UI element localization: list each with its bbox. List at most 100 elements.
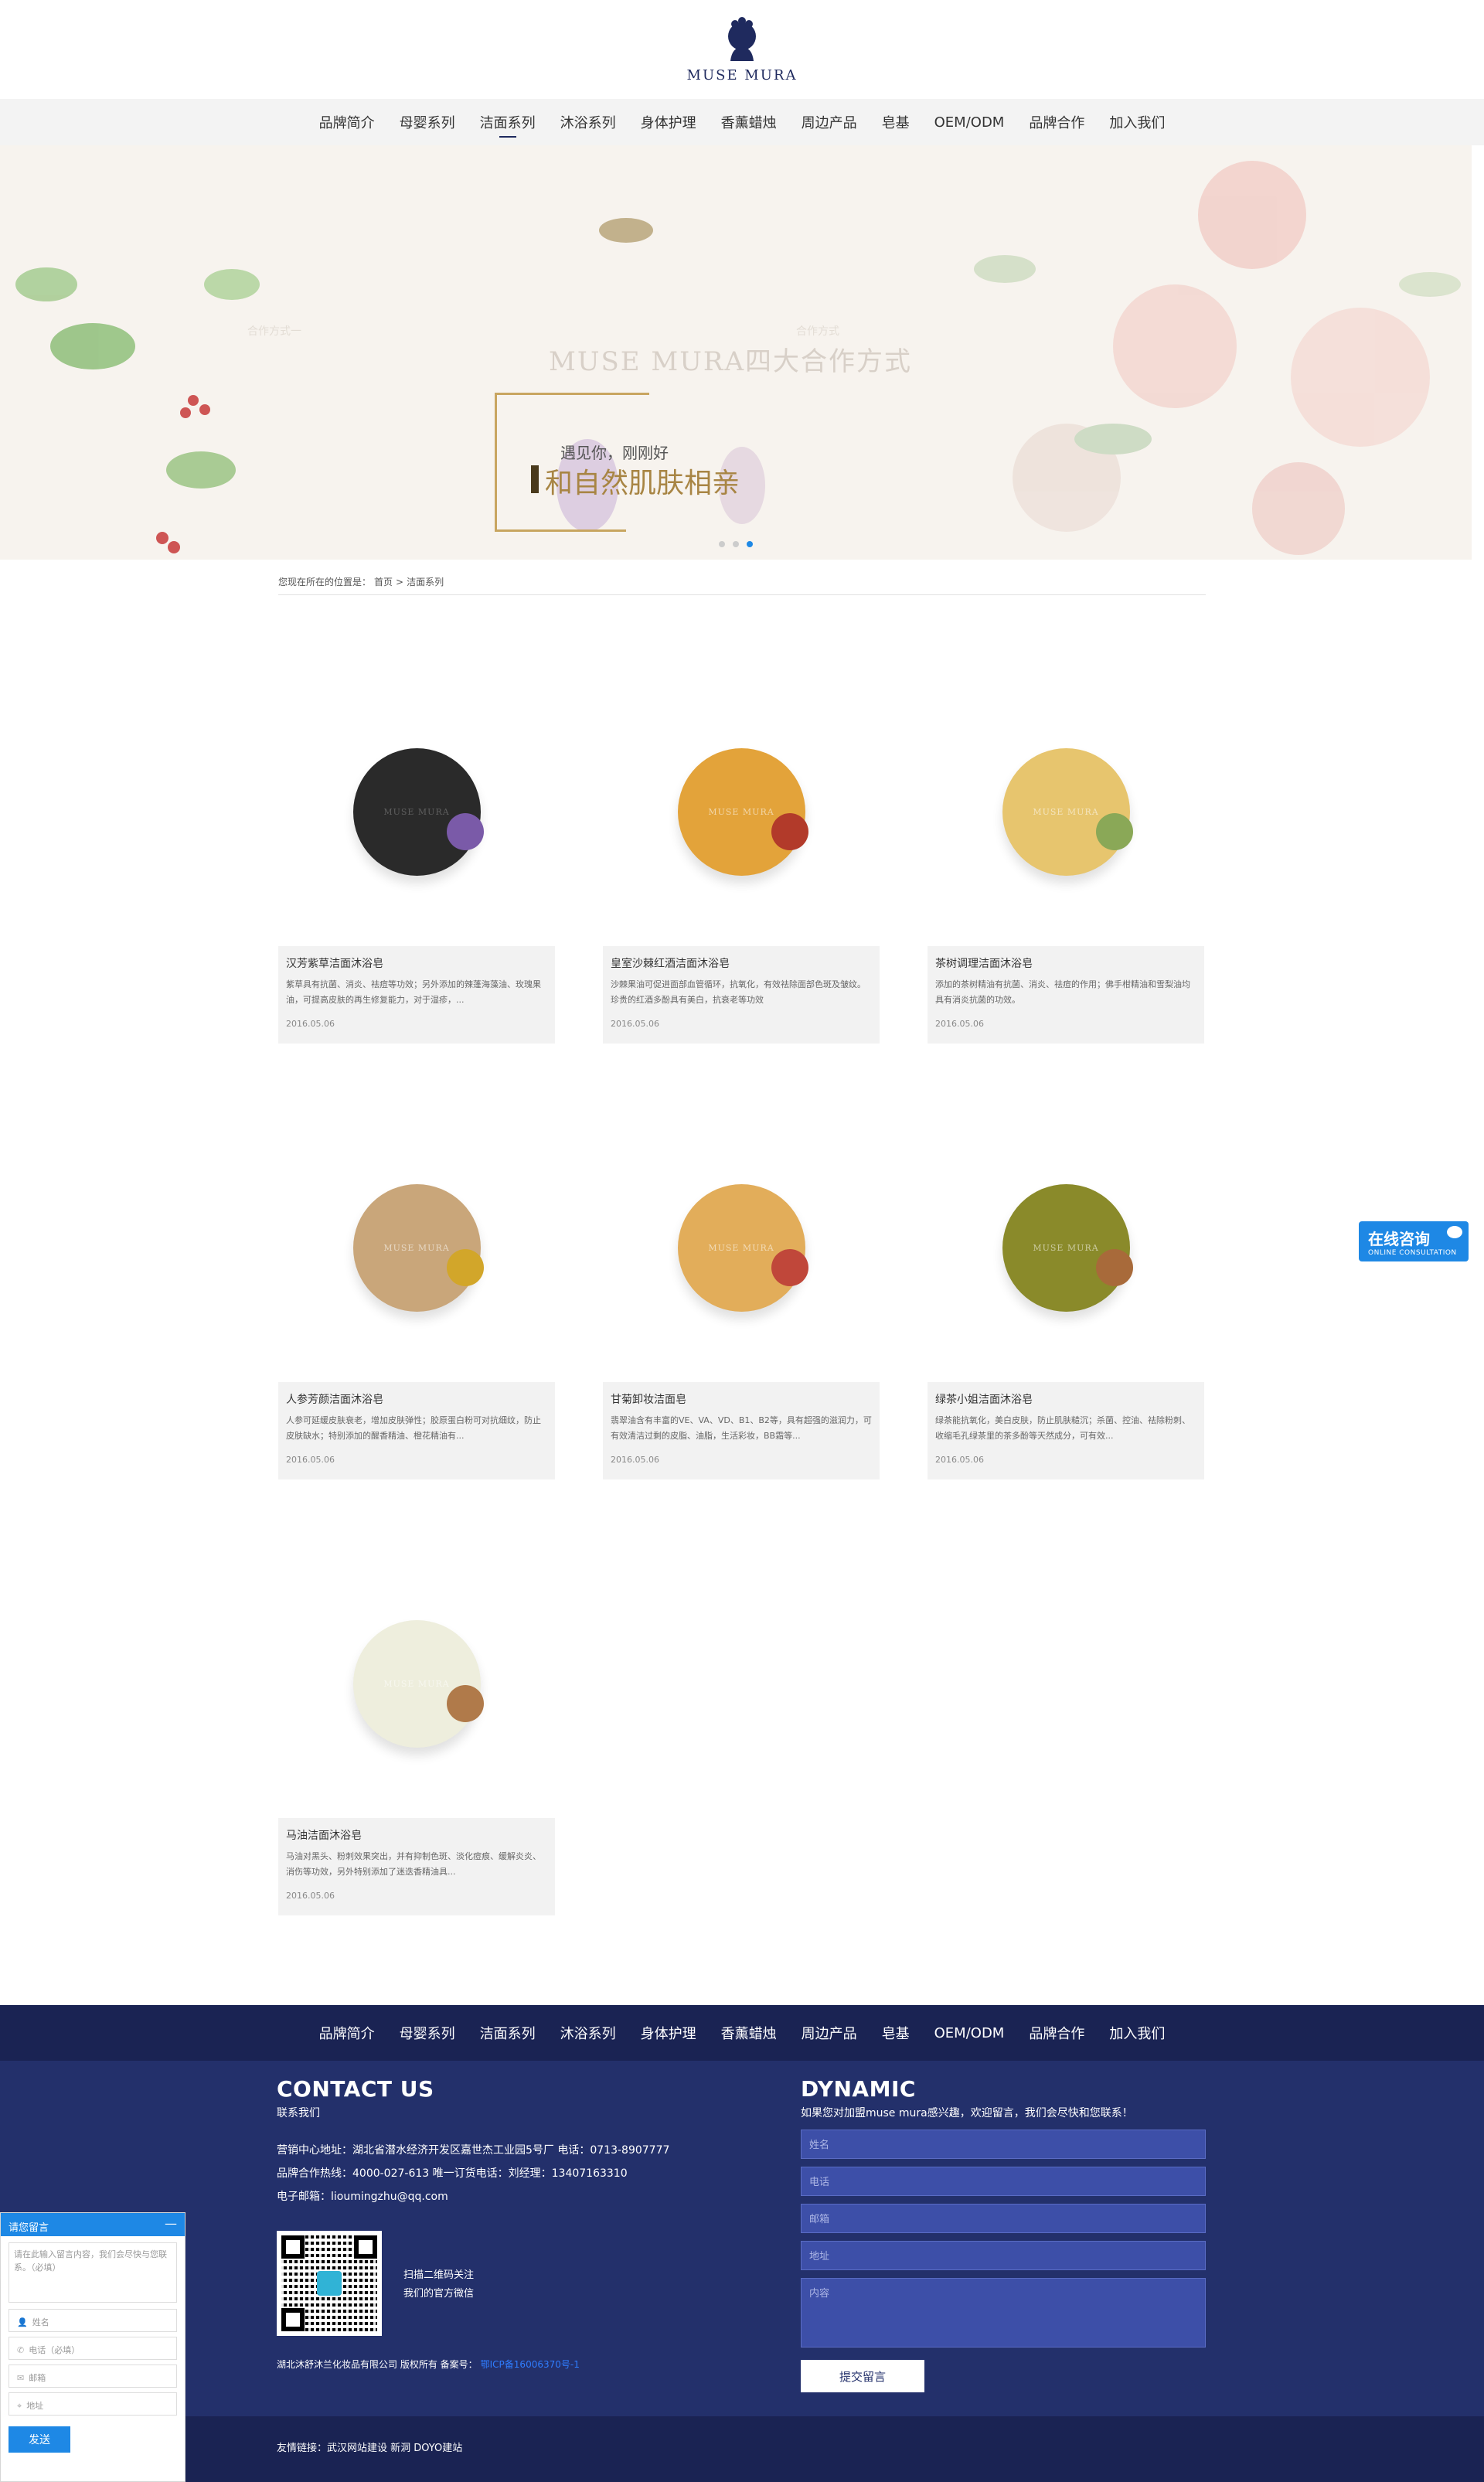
product-image[interactable]: MUSE MURA [278, 1568, 555, 1799]
footer-nav-item-1[interactable]: 母婴系列 [387, 2005, 468, 2061]
content-field[interactable]: 内容 [801, 2278, 1206, 2348]
banner-slogan-line1: 遇见你，刚刚好 [560, 444, 669, 462]
product-info: 茶树调理洁面沐浴皂添加的茶树精油有抗菌、消炎、祛痘的作用；佛手柑精油和雪梨油均具… [928, 946, 1204, 1044]
product-title[interactable]: 甘菊卸妆洁面皂 [611, 1391, 872, 1407]
slider-dot[interactable] [733, 541, 739, 547]
widget-field-2[interactable]: ✉ 邮箱 [9, 2365, 177, 2388]
footer: CONTACT US 联系我们 营销中心地址：湖北省潜水经济开发区嘉世杰工业园5… [0, 2061, 1484, 2416]
footer-nav-item-4[interactable]: 身体护理 [628, 2005, 709, 2061]
name-field[interactable]: 姓名 [801, 2130, 1206, 2159]
product-date: 2016.05.06 [935, 1019, 984, 1029]
nav-item-3[interactable]: 沐浴系列 [548, 99, 628, 145]
product-title[interactable]: 马油洁面沐浴皂 [286, 1827, 547, 1843]
soap-image: MUSE MURA [352, 1183, 481, 1312]
footer-nav-item-3[interactable]: 沐浴系列 [548, 2005, 628, 2061]
product-info: 皇室沙棘红酒洁面沐浴皂 沙棘果油可促进面部血管循环，抗氧化，有效祛除面部色斑及皱纹… [603, 946, 880, 1044]
product-title[interactable]: 皇室沙棘红酒洁面沐浴皂 [611, 955, 872, 971]
footer-nav-item-6[interactable]: 周边产品 [789, 2005, 870, 2061]
site-header: MUSE MURA [0, 0, 1484, 99]
logo-text: MUSE MURA [686, 66, 798, 83]
main-nav: 品牌简介 母婴系列 洁面系列 沐浴系列 身体护理 香薰蜡烛 周边产品 皂基 OEM/ODM 品牌合… [0, 99, 1484, 145]
product-card[interactable]: MUSE MURA 马油洁面沐浴皂 马油对黑头、粉刺效果突出，并有抑制色斑、淡化痘痕… [278, 1568, 555, 1915]
breadcrumb-home[interactable]: 首页 [374, 577, 393, 587]
logo-mark[interactable] [720, 16, 764, 63]
address-field[interactable]: 地址 [801, 2241, 1206, 2270]
footer-nav-item-5[interactable]: 香薰蜡烛 [709, 2005, 789, 2061]
nav-item-9[interactable]: 品牌合作 [1016, 99, 1097, 145]
contact-title: CONTACT US [277, 2076, 434, 2102]
product-image[interactable]: MUSE MURA [603, 1132, 880, 1364]
slider-dot-active[interactable] [747, 541, 753, 547]
product-title[interactable]: 汉芳紫草洁面沐浴皂 [286, 955, 547, 971]
message-widget-header: 请您留言 — [1, 2213, 185, 2236]
product-title[interactable]: 绿茶小姐洁面沐浴皂 [935, 1391, 1196, 1407]
herb-decoration-icon [447, 813, 484, 850]
banner-watermark-title: MUSE MURA四大合作方式 [549, 346, 913, 377]
qr-caption: 扫描二维码关注 我们的官方微信 [403, 2269, 475, 2300]
dynamic-subtitle: 如果您对加盟muse mura感兴趣，欢迎留言，我们会尽快和您联系！ [801, 2107, 1133, 2119]
nav-item-6[interactable]: 周边产品 [789, 99, 870, 145]
nav-item-0[interactable]: 品牌简介 [307, 99, 387, 145]
footer-nav-item-10[interactable]: 加入我们 [1097, 2005, 1177, 2061]
product-card[interactable]: MUSE MURA 茶树调理洁面沐浴皂添加的茶树精油有抗菌、消炎、祛痘的作用；佛手… [928, 696, 1204, 1044]
slider-dot[interactable] [719, 541, 725, 547]
online-consult-button[interactable]: 在线咨询 ONLINE CONSULTATION [1359, 1221, 1469, 1261]
soap-image: MUSE MURA [677, 747, 805, 876]
product-desc: 紫草具有抗菌、消炎、祛痘等功效；另外添加的辣蓬海藻油、玫瑰果油，可提高皮肤的再生… [286, 979, 541, 1005]
product-title[interactable]: 茶树调理洁面沐浴皂 [935, 955, 1196, 971]
nav-item-4[interactable]: 身体护理 [628, 99, 709, 145]
nav-item-2[interactable]: 洁面系列 [468, 99, 548, 145]
product-image[interactable]: MUSE MURA [928, 696, 1204, 928]
banner-ghost-left: 合作方式一 [247, 325, 301, 338]
product-desc: 添加的茶树精油有抗菌、消炎、祛痘的作用；佛手柑精油和雪梨油均具有消炎抗菌的功效。 [935, 979, 1190, 1005]
breadcrumb-prefix: 您现在所在的位置是： [278, 577, 372, 587]
product-date: 2016.05.06 [611, 1455, 659, 1465]
footer-nav-item-0[interactable]: 品牌简介 [307, 2005, 387, 2061]
nav-item-7[interactable]: 皂基 [870, 99, 922, 145]
product-image[interactable]: MUSE MURA [278, 696, 555, 928]
nav-item-10[interactable]: 加入我们 [1097, 99, 1177, 145]
footer-nav-item-9[interactable]: 品牌合作 [1016, 2005, 1097, 2061]
message-form: DYNAMIC 如果您对加盟muse mura感兴趣，欢迎留言，我们会尽快和您联… [801, 2076, 1206, 2392]
product-title[interactable]: 人参芳颜洁面沐浴皂 [286, 1391, 547, 1407]
product-card[interactable]: MUSE MURA 汉芳紫草洁面沐浴皂紫草具有抗菌、消炎、祛痘等功效；另外添加的辣… [278, 696, 555, 1044]
herb-decoration-icon [1096, 1249, 1133, 1286]
footer-nav-item-7[interactable]: 皂基 [870, 2005, 922, 2061]
product-image[interactable]: MUSE MURA [603, 696, 880, 928]
product-image[interactable]: MUSE MURA [928, 1132, 1204, 1364]
contact-email: 电子邮箱：lioumingzhu@qq.com [277, 2191, 448, 2203]
product-card[interactable]: MUSE MURA 皇室沙棘红酒洁面沐浴皂 沙棘果油可促进面部血管循环，抗氧化，有效… [603, 696, 880, 1044]
product-desc: 人参可延缓皮肤衰老，增加皮肤弹性；胶原蛋白粉可对抗细纹，防止皮肤缺水；特别添加的… [286, 1415, 541, 1441]
send-button[interactable]: 发送 [9, 2426, 70, 2453]
submit-message-button[interactable]: 提交留言 [801, 2360, 924, 2392]
widget-field-0[interactable]: 👤 姓名 [9, 2309, 177, 2332]
product-card[interactable]: MUSE MURA 绿茶小姐洁面沐浴皂绿茶能抗氧化，美白皮肤，防止肌肤糙沉；杀菌、… [928, 1132, 1204, 1479]
nav-item-5[interactable]: 香薰蜡烛 [709, 99, 789, 145]
product-card[interactable]: MUSE MURA 甘菊卸妆洁面皂 翡翠油含有丰富的VE、VA、VD、B1、B2等，… [603, 1132, 880, 1479]
banner-slogan-line2: 和自然肌肤相亲 [530, 461, 740, 501]
footer-nav-item-8[interactable]: OEM/ODM [922, 2005, 1017, 2061]
nav-item-1[interactable]: 母婴系列 [387, 99, 468, 145]
minimize-icon[interactable]: — [165, 2216, 177, 2231]
message-textarea[interactable]: 请在此输入留言内容，我们会尽快与您联系。（必填） [9, 2242, 177, 2303]
banner-ghost-right: 合作方式 [796, 325, 839, 338]
product-card[interactable]: MUSE MURA 人参芳颜洁面沐浴皂人参可延缓皮肤衰老，增加皮肤弹性；胶原蛋白粉… [278, 1132, 555, 1479]
footer-nav: 品牌简介 母婴系列 洁面系列 沐浴系列 身体护理 香薰蜡烛 周边产品 皂基 OEM/ODM 品牌合… [0, 2005, 1484, 2061]
phone-field[interactable]: 电话 [801, 2167, 1206, 2196]
dynamic-title: DYNAMIC [801, 2076, 916, 2102]
email-field[interactable]: 邮箱 [801, 2204, 1206, 2233]
hero-banner: MUSE MURA四大合作方式 合作方式一 合作方式 遇见你，刚刚好 和自然肌肤… [0, 145, 1472, 560]
widget-field-3[interactable]: ⌖ 地址 [9, 2392, 177, 2416]
herb-decoration-icon [771, 813, 808, 850]
product-info: 马油洁面沐浴皂 马油对黑头、粉刺效果突出，并有抑制色斑、淡化痘痕、缓解炎炎、消伤等… [278, 1818, 555, 1915]
message-widget-title: 请您留言 [9, 2222, 49, 2234]
product-image[interactable]: MUSE MURA [278, 1132, 555, 1364]
soap-image: MUSE MURA [1002, 747, 1130, 876]
product-info: 人参芳颜洁面沐浴皂人参可延缓皮肤衰老，增加皮肤弹性；胶原蛋白粉可对抗细纹，防止皮… [278, 1382, 555, 1479]
location-icon: ⌖ [17, 2401, 22, 2411]
icp-record-link[interactable]: 鄂ICP备16006370号-1 [481, 2359, 580, 2370]
footer-nav-item-2[interactable]: 洁面系列 [468, 2005, 548, 2061]
nav-item-8[interactable]: OEM/ODM [922, 99, 1017, 145]
widget-field-1[interactable]: ✆ 电话（必填） [9, 2337, 177, 2360]
product-desc: 绿茶能抗氧化，美白皮肤，防止肌肤糙沉；杀菌、控油、祛除粉刺、收缩毛孔绿茶里的茶多… [935, 1415, 1190, 1441]
